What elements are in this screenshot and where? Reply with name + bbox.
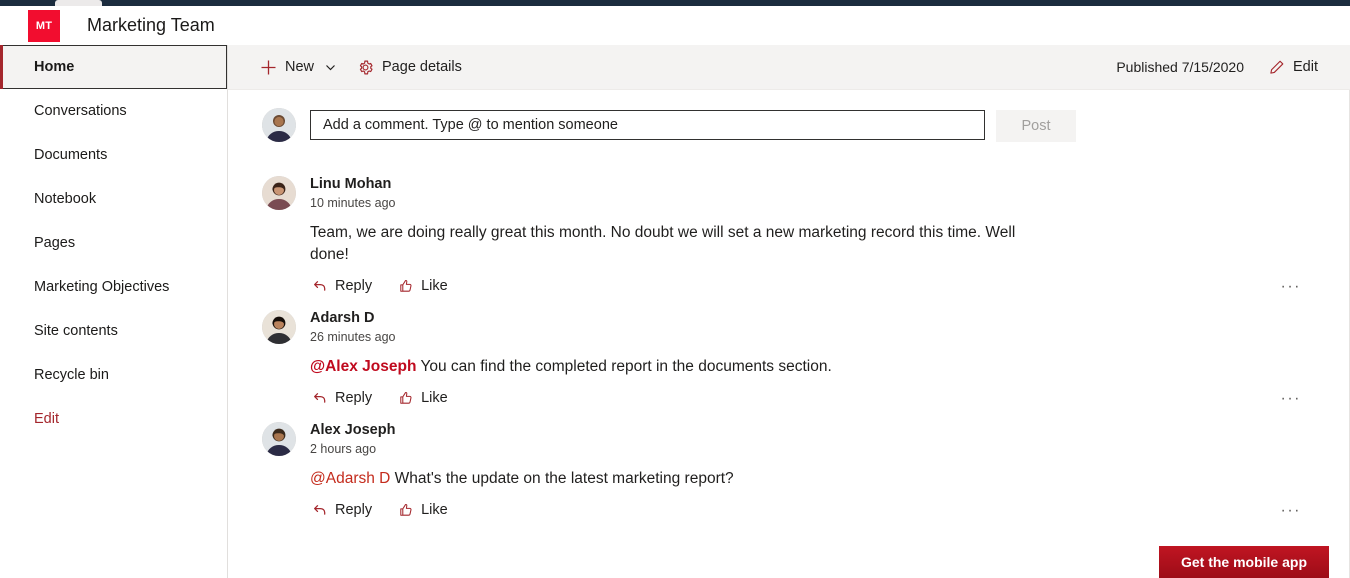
- thumbs-up-icon: [398, 502, 414, 518]
- reply-icon: [312, 502, 328, 518]
- edit-page-label: Edit: [1293, 59, 1318, 75]
- sidebar-item-label: Pages: [34, 235, 75, 251]
- avatar: [262, 422, 296, 456]
- sidebar-item-notebook[interactable]: Notebook: [0, 177, 227, 221]
- sidebar-item-documents[interactable]: Documents: [0, 133, 227, 177]
- sidebar-item-conversations[interactable]: Conversations: [0, 89, 227, 133]
- page-details-button[interactable]: Page details: [347, 47, 472, 87]
- sidebar-item-label: Notebook: [34, 191, 96, 207]
- sidebar-item-label: Edit: [34, 411, 59, 427]
- sidebar-item-site-contents[interactable]: Site contents: [0, 309, 227, 353]
- thumbs-up-icon: [398, 390, 414, 406]
- post-comment-button[interactable]: Post: [996, 110, 1076, 142]
- sidebar-item-recycle-bin[interactable]: Recycle bin: [0, 353, 227, 397]
- like-button[interactable]: Like: [396, 276, 450, 296]
- sidebar-item-home[interactable]: Home: [0, 45, 227, 89]
- like-label: Like: [421, 278, 448, 294]
- plus-icon: [260, 59, 277, 76]
- edit-page-button[interactable]: Edit: [1258, 47, 1328, 87]
- sidebar-item-label: Site contents: [34, 323, 118, 339]
- comment-actions: Reply Like: [310, 388, 1349, 408]
- comment-item: Alex Joseph 2 hours ago @Adarsh D What's t…: [262, 408, 1349, 520]
- thumbs-up-icon: [398, 278, 414, 294]
- reply-icon: [312, 278, 328, 294]
- reply-label: Reply: [335, 390, 372, 406]
- command-bar-left-group: New Page details: [250, 47, 472, 87]
- page-canvas: Post Linu Mohan 10 minutes ago Team, we ar…: [228, 90, 1350, 578]
- chevron-down-icon: [324, 61, 337, 74]
- like-button[interactable]: Like: [396, 500, 450, 520]
- suite-header: MT Marketing Team: [0, 6, 1350, 45]
- comment-text-body: You can find the completed report in the…: [416, 358, 831, 375]
- avatar: [262, 176, 296, 210]
- comment-timestamp: 2 hours ago: [310, 442, 1349, 457]
- sidebar-item-label: Conversations: [34, 103, 127, 119]
- comment-text: Team, we are doing really great this mon…: [310, 222, 1055, 266]
- comment-mention[interactable]: @Adarsh D: [310, 470, 390, 487]
- sidebar-item-label: Documents: [34, 147, 107, 163]
- reply-icon: [312, 390, 328, 406]
- comment-author: Adarsh D: [310, 310, 1349, 327]
- sidebar-item-edit[interactable]: Edit: [0, 397, 227, 441]
- like-button[interactable]: Like: [396, 388, 450, 408]
- avatar: [262, 108, 296, 142]
- gear-icon: [357, 59, 374, 76]
- published-status: Published 7/15/2020: [1116, 59, 1244, 75]
- comment-body: Alex Joseph 2 hours ago @Adarsh D What's t…: [310, 422, 1349, 520]
- new-button-label: New: [285, 59, 314, 75]
- reply-label: Reply: [335, 502, 372, 518]
- reply-button[interactable]: Reply: [310, 388, 374, 408]
- comment-text: @Adarsh D What's the update on the lates…: [310, 468, 1055, 490]
- comment-timestamp: 10 minutes ago: [310, 196, 1349, 211]
- command-bar: New Page details Published 7/15/2020: [228, 45, 1350, 90]
- comment-input[interactable]: [310, 110, 985, 140]
- pencil-icon: [1268, 59, 1285, 76]
- avatar: [262, 310, 296, 344]
- comment-mention[interactable]: @Alex Joseph: [310, 358, 416, 375]
- sidebar-item-label: Recycle bin: [34, 367, 109, 383]
- new-button[interactable]: New: [250, 47, 347, 87]
- comments-list: Linu Mohan 10 minutes ago Team, we are doi…: [228, 162, 1349, 520]
- get-mobile-app-banner[interactable]: Get the mobile app: [1159, 546, 1329, 578]
- comment-more-options-icon[interactable]: ···: [1281, 392, 1301, 406]
- site-title: Marketing Team: [87, 15, 215, 36]
- like-label: Like: [421, 502, 448, 518]
- comment-more-options-icon[interactable]: ···: [1281, 280, 1301, 294]
- comment-text-body: What's the update on the latest marketin…: [390, 470, 733, 487]
- sidebar-item-label: Home: [34, 59, 74, 75]
- comment-more-options-icon[interactable]: ···: [1281, 504, 1301, 518]
- comment-text-body: Team, we are doing really great this mon…: [310, 224, 1015, 263]
- page-details-label: Page details: [382, 59, 462, 75]
- sidebar-item-pages[interactable]: Pages: [0, 221, 227, 265]
- left-navigation: Home Conversations Documents Notebook Pages M…: [0, 45, 228, 578]
- reply-label: Reply: [335, 278, 372, 294]
- sidebar-item-label: Marketing Objectives: [34, 279, 169, 295]
- comment-item: Linu Mohan 10 minutes ago Team, we are doi…: [262, 162, 1349, 296]
- comment-actions: Reply Like: [310, 276, 1349, 296]
- comment-composer: Post: [262, 108, 1349, 142]
- comment-text: @Alex Joseph You can find the completed …: [310, 356, 1055, 378]
- comment-author: Linu Mohan: [310, 176, 1349, 193]
- comment-item: Adarsh D 26 minutes ago @Alex Joseph You c…: [262, 296, 1349, 408]
- comment-body: Adarsh D 26 minutes ago @Alex Joseph You c…: [310, 310, 1349, 408]
- comment-timestamp: 26 minutes ago: [310, 330, 1349, 345]
- comment-actions: Reply Like: [310, 500, 1349, 520]
- reply-button[interactable]: Reply: [310, 276, 374, 296]
- site-logo[interactable]: MT: [28, 10, 60, 42]
- sidebar-item-marketing-objectives[interactable]: Marketing Objectives: [0, 265, 227, 309]
- like-label: Like: [421, 390, 448, 406]
- command-bar-right-group: Published 7/15/2020 Edit: [1116, 47, 1328, 87]
- comment-body: Linu Mohan 10 minutes ago Team, we are doi…: [310, 176, 1349, 296]
- reply-button[interactable]: Reply: [310, 500, 374, 520]
- comment-author: Alex Joseph: [310, 422, 1349, 439]
